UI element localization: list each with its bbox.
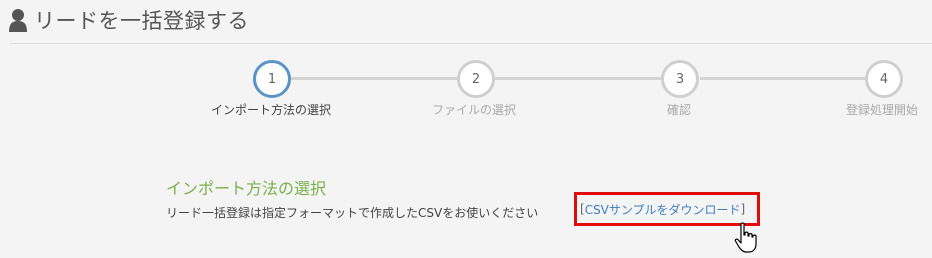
step-connector [290,77,458,80]
step-2-indicator: 2 [457,60,495,98]
step-connector [495,77,663,80]
step-4-label: 登録処理開始 [845,103,919,117]
hand-cursor-icon [734,222,760,254]
progress-stepper: 1 2 3 4 インポート方法の選択 ファイルの選択 確認 登録処理開始 [0,58,932,128]
step-1-label: インポート方法の選択 [210,103,332,117]
step-1-indicator: 1 [253,60,291,98]
step-3-indicator: 3 [661,60,699,98]
page-header: リードを一括登録する [8,4,249,36]
step-2-number: 2 [471,71,481,87]
csv-sample-download-link[interactable]: CSVサンプルをダウンロード [585,201,741,218]
csv-sample-highlight: [ CSVサンプルをダウンロード ] [574,192,760,226]
user-icon [8,7,28,33]
step-4-number: 4 [879,71,889,87]
section-heading: インポート方法の選択 [166,179,327,198]
section-description: リード一括登録は指定フォーマットで作成したCSVをお使いください [166,206,539,220]
page-title: リードを一括登録する [34,9,249,33]
step-3-label: 確認 [666,103,692,117]
step-connector [700,77,866,80]
step-2-label: ファイルの選択 [431,103,517,117]
header-divider [10,43,932,44]
link-bracket-close: ] [740,202,746,216]
step-4-indicator: 4 [865,60,903,98]
step-1-number: 1 [267,71,277,87]
step-3-number: 3 [675,71,685,87]
